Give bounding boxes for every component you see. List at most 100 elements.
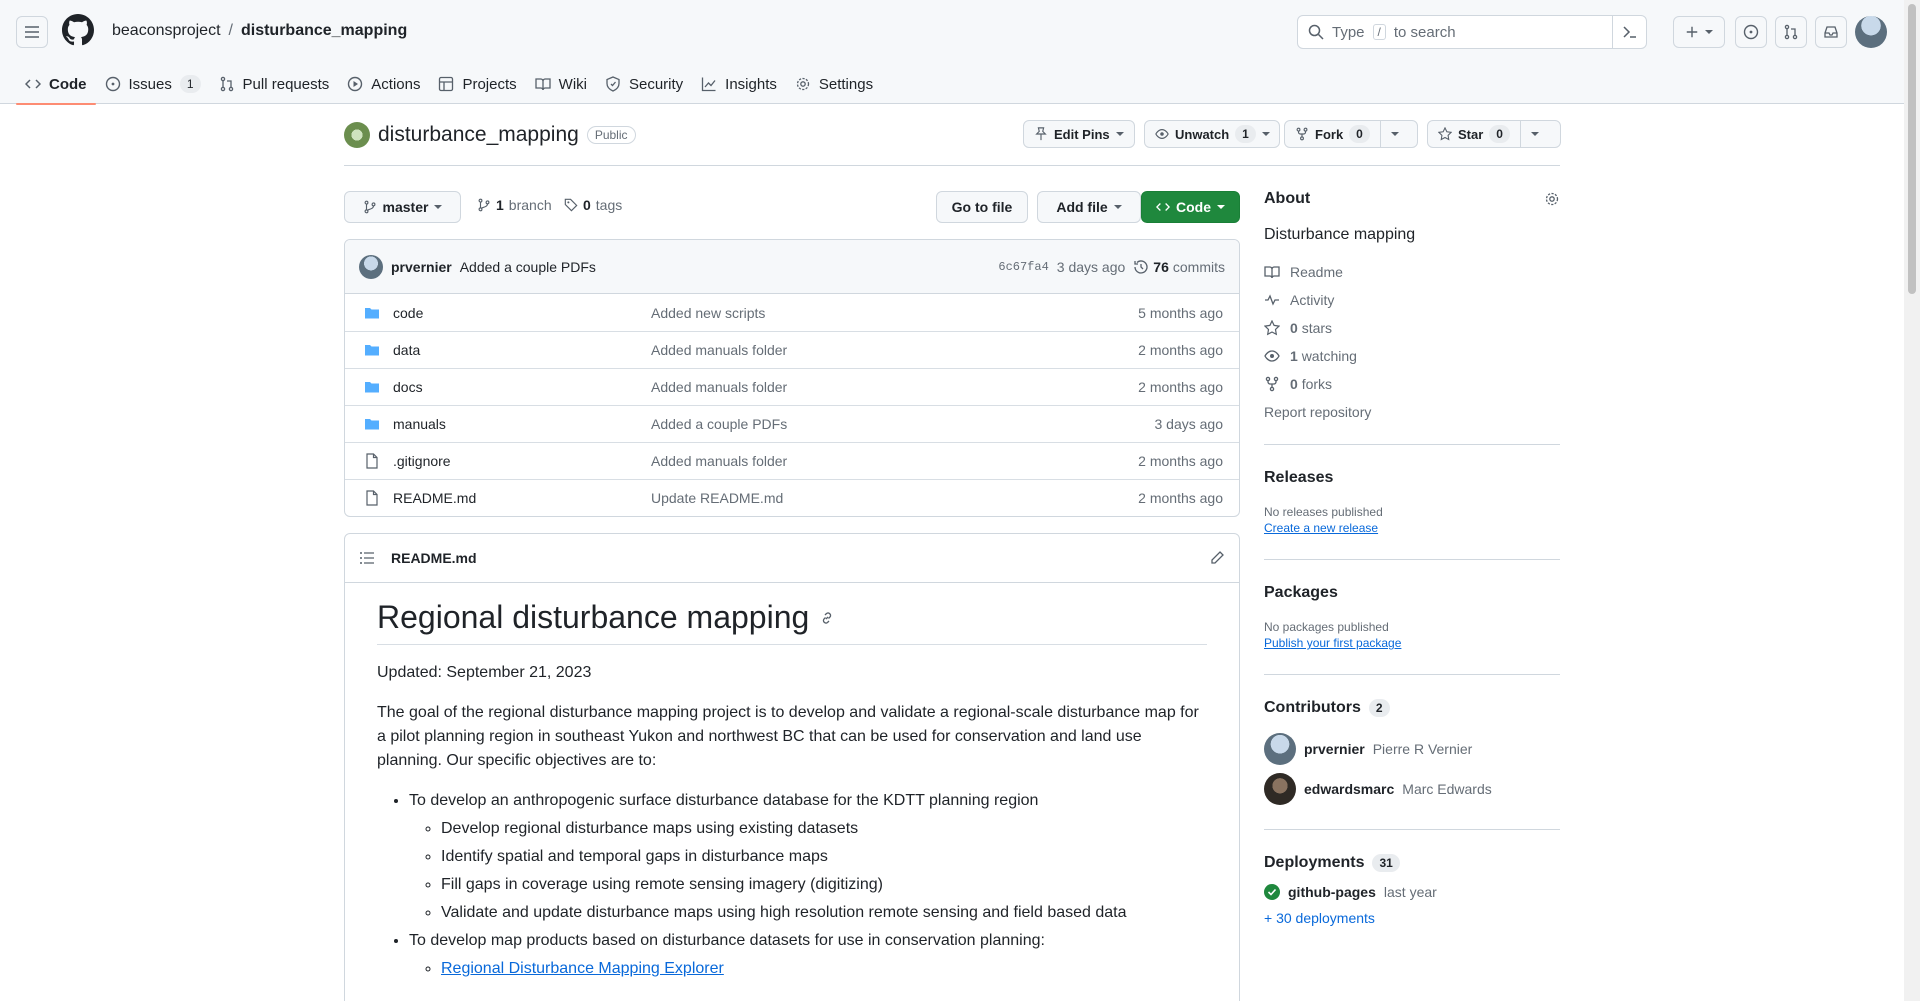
- tags-label: tags: [595, 197, 623, 213]
- issues-button[interactable]: [1735, 16, 1767, 48]
- commit-sha[interactable]: 6c67fa4: [998, 260, 1048, 274]
- commit-message[interactable]: Added a couple PDFs: [460, 259, 596, 275]
- code-button[interactable]: Code: [1141, 191, 1240, 223]
- search-shortcut-key: /: [1372, 24, 1386, 40]
- table-row[interactable]: docs Added manuals folder 2 months ago: [345, 368, 1239, 405]
- deployment-item[interactable]: github-pages last year: [1264, 884, 1560, 900]
- owner-link[interactable]: beaconsproject: [112, 22, 221, 40]
- more-deployments-link[interactable]: + 30 deployments: [1264, 910, 1560, 926]
- deployments-heading[interactable]: Deployments 31: [1264, 854, 1560, 872]
- search-input[interactable]: Type / to search: [1297, 15, 1647, 49]
- menu-button[interactable]: [16, 16, 48, 48]
- about-heading-text: About: [1264, 190, 1311, 207]
- page-scrollbar[interactable]: [1904, 0, 1920, 1001]
- unwatch-button[interactable]: Unwatch 1: [1144, 120, 1280, 148]
- readme-filename[interactable]: README.md: [391, 550, 477, 566]
- list-unordered-icon[interactable]: [359, 550, 375, 566]
- repo-link[interactable]: disturbance_mapping: [241, 22, 407, 40]
- table-row[interactable]: README.md Update README.md 2 months ago: [345, 479, 1239, 516]
- git-branch-icon: [364, 200, 375, 214]
- file-name[interactable]: .gitignore: [393, 453, 651, 469]
- command-palette-button[interactable]: [1612, 15, 1646, 49]
- contributor-login[interactable]: edwardsmarc: [1304, 781, 1394, 797]
- packages-heading[interactable]: Packages: [1264, 584, 1560, 602]
- file-name[interactable]: README.md: [393, 490, 651, 506]
- readme-link[interactable]: Readme: [1264, 264, 1560, 280]
- activity-link[interactable]: Activity: [1264, 292, 1560, 308]
- table-row[interactable]: data Added manuals folder 2 months ago: [345, 331, 1239, 368]
- table-row[interactable]: code Added new scripts 5 months ago: [345, 294, 1239, 331]
- stars-label: stars: [1301, 320, 1333, 336]
- scrollbar-thumb[interactable]: [1908, 4, 1916, 294]
- table-row[interactable]: .gitignore Added manuals folder 2 months a…: [345, 442, 1239, 479]
- avatar[interactable]: [1264, 733, 1296, 765]
- deployment-env[interactable]: github-pages: [1288, 884, 1376, 900]
- commits-history-link[interactable]: 76 commits: [1133, 259, 1225, 275]
- tab-code[interactable]: Code: [16, 64, 96, 105]
- tab-projects[interactable]: Projects: [429, 64, 525, 104]
- inbox-button[interactable]: [1815, 16, 1847, 48]
- contributor-login[interactable]: prvernier: [1304, 741, 1365, 757]
- visibility-badge: Public: [586, 126, 636, 144]
- folder-icon: [365, 419, 379, 430]
- tab-settings[interactable]: Settings: [786, 64, 882, 104]
- edit-readme-button[interactable]: [1209, 550, 1225, 566]
- file-commit-message[interactable]: Added manuals folder: [651, 453, 1119, 469]
- explorer-link[interactable]: Regional Disturbance Mapping Explorer: [441, 960, 724, 977]
- file-commit-message[interactable]: Added new scripts: [651, 305, 1119, 321]
- add-file-button[interactable]: Add file: [1037, 191, 1141, 223]
- watchers-link[interactable]: 1 watching: [1264, 348, 1560, 364]
- report-repository-link[interactable]: Report repository: [1264, 404, 1560, 420]
- file-commit-message[interactable]: Update README.md: [651, 490, 1119, 506]
- contributor-item[interactable]: edwardsmarc Marc Edwards: [1264, 773, 1560, 805]
- go-to-file-button[interactable]: Go to file: [936, 191, 1028, 223]
- link-icon[interactable]: [819, 610, 835, 626]
- file-name[interactable]: manuals: [393, 416, 651, 432]
- tab-label: Actions: [371, 75, 421, 93]
- fork-button[interactable]: Fork 0: [1284, 120, 1418, 148]
- fork-dropdown[interactable]: [1379, 121, 1409, 147]
- file-commit-message[interactable]: Added a couple PDFs: [651, 416, 1119, 432]
- commit-author-avatar[interactable]: [359, 254, 383, 279]
- tab-insights[interactable]: Insights: [692, 64, 786, 104]
- global-header: beaconsproject / disturbance_mapping Typ…: [0, 0, 1904, 105]
- stars-link[interactable]: 0 stars: [1264, 320, 1560, 336]
- file-name[interactable]: data: [393, 342, 651, 358]
- branches-link[interactable]: 1 branch: [477, 197, 552, 213]
- create-release-link[interactable]: Create a new release: [1264, 521, 1560, 535]
- table-row[interactable]: manuals Added a couple PDFs 3 days ago: [345, 405, 1239, 442]
- tab-actions[interactable]: Actions: [338, 64, 429, 104]
- file-name[interactable]: code: [393, 305, 651, 321]
- pencil-icon: [1211, 551, 1224, 564]
- create-new-button[interactable]: [1673, 16, 1725, 48]
- tab-security[interactable]: Security: [596, 64, 692, 104]
- avatar[interactable]: [1264, 773, 1296, 805]
- gear-icon[interactable]: [1544, 191, 1560, 207]
- contributor-item[interactable]: prvernier Pierre R Vernier: [1264, 733, 1560, 765]
- pull-requests-button[interactable]: [1775, 16, 1807, 48]
- star-button[interactable]: Star 0: [1427, 120, 1561, 148]
- repo-name[interactable]: disturbance_mapping: [378, 123, 579, 147]
- commit-author[interactable]: prvernier: [391, 259, 452, 275]
- tab-issues[interactable]: Issues 1: [96, 64, 210, 104]
- github-logo-icon[interactable]: [62, 14, 94, 46]
- caret-down-icon: [1113, 205, 1122, 209]
- contributors-heading[interactable]: Contributors 2: [1264, 699, 1560, 717]
- tags-link[interactable]: 0 tags: [564, 197, 622, 213]
- code-button-label: Code: [1176, 199, 1211, 215]
- file-commit-message[interactable]: Added manuals folder: [651, 342, 1119, 358]
- star-dropdown[interactable]: [1519, 121, 1549, 147]
- user-avatar[interactable]: [1855, 16, 1887, 48]
- forks-link[interactable]: 0 forks: [1264, 376, 1560, 392]
- deployments-heading-text: Deployments: [1264, 854, 1365, 871]
- repo-header: disturbance_mapping Public Edit Pins Unw…: [344, 120, 1561, 166]
- repo-owner-avatar[interactable]: [344, 122, 370, 148]
- file-commit-message[interactable]: Added manuals folder: [651, 379, 1119, 395]
- branch-selector[interactable]: master: [344, 191, 461, 223]
- releases-heading[interactable]: Releases: [1264, 469, 1560, 487]
- edit-pins-button[interactable]: Edit Pins: [1023, 120, 1135, 148]
- file-name[interactable]: docs: [393, 379, 651, 395]
- publish-package-link[interactable]: Publish your first package: [1264, 636, 1560, 650]
- tab-wiki[interactable]: Wiki: [526, 64, 596, 104]
- tab-pull-requests[interactable]: Pull requests: [210, 64, 339, 104]
